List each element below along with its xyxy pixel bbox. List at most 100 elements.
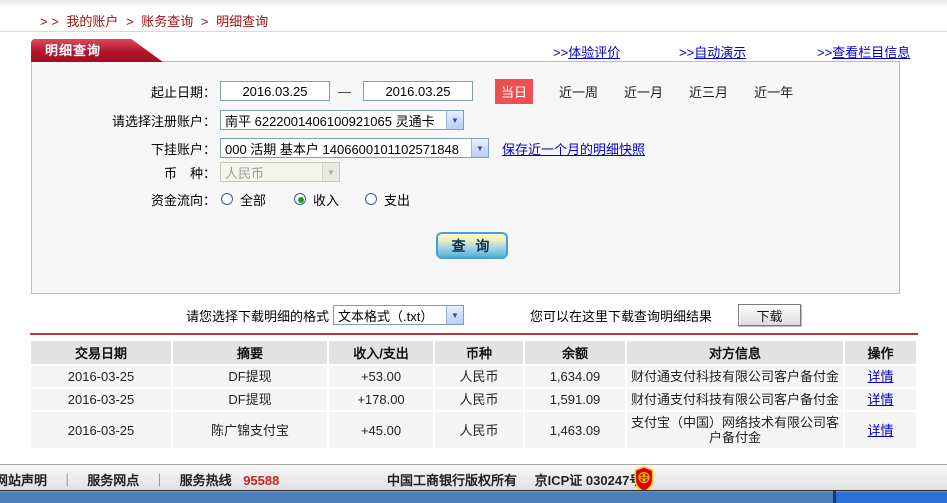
currency-select-disabled: 人民币 ▼	[220, 162, 340, 182]
header-counterparty: 对方信息	[627, 341, 843, 364]
cell-action: 详情	[845, 389, 916, 410]
cell-summary: DF提现	[173, 389, 327, 410]
detail-link[interactable]: 详情	[867, 369, 893, 384]
divider-line	[0, 31, 947, 32]
detail-link[interactable]: 详情	[867, 423, 893, 438]
chevron-down-icon: ▼	[322, 163, 339, 181]
cell-counterparty: 财付通支付科技有限公司客户备付金	[627, 366, 843, 387]
range-last-week-button[interactable]: 近一周	[559, 82, 598, 101]
link-experience-review[interactable]: >>体验评价	[553, 42, 620, 61]
header-summary: 摘要	[173, 341, 327, 364]
flow-options: 全部 收入 支出	[216, 190, 410, 209]
chevron-prefix: >>	[553, 45, 569, 60]
date-range-row: 起止日期： — 当日 近一周 近一月 近三月 近一年	[32, 78, 899, 104]
download-format-select[interactable]: 文本格式（.txt） ▼	[333, 305, 465, 325]
chevron-down-icon[interactable]: ▼	[446, 306, 464, 324]
query-form-panel: 起止日期： — 当日 近一周 近一月 近三月 近一年 请选择注册账户： 南平 6…	[31, 61, 900, 294]
flow-radio-1[interactable]: 收入	[294, 190, 339, 209]
footer-divider: ｜	[60, 473, 74, 488]
link-label: 查看栏目信息	[832, 45, 911, 60]
bottom-bar-right	[836, 491, 947, 503]
cell-currency: 人民币	[435, 366, 523, 387]
bottom-bar-left	[0, 491, 833, 503]
cell-currency: 人民币	[435, 389, 523, 410]
footer-link-service-outlets[interactable]: 服务网点	[87, 473, 139, 488]
today-button[interactable]: 当日	[495, 78, 534, 104]
radio-label: 收入	[313, 192, 340, 208]
registered-account-row: 请选择注册账户： 南平 6222001406100921065 灵通卡 ▼	[32, 109, 899, 131]
chevron-down-icon[interactable]: ▼	[446, 111, 463, 129]
detail-link[interactable]: 详情	[867, 392, 893, 407]
cell-balance: 1,634.09	[525, 366, 625, 387]
cell-summary: 陈广锦支付宝	[173, 412, 327, 448]
table-row: 2016-03-25 DF提现 +53.00 人民币 1,634.09 财付通支付科技有限…	[31, 366, 916, 387]
chevron-down-icon[interactable]: ▼	[471, 139, 488, 157]
header-currency: 币种	[435, 341, 523, 364]
flow-radio-2[interactable]: 支出	[365, 190, 410, 209]
cell-summary: DF提现	[173, 366, 327, 387]
sub-account-select[interactable]: 000 活期 基本户 1406600101102571848 ▼	[220, 138, 489, 158]
icbc-emblem-icon	[634, 466, 654, 492]
cell-amount: +178.00	[329, 389, 433, 410]
cell-counterparty: 财付通支付科技有限公司客户备付金	[627, 389, 843, 410]
footer-hotline-number: 95588	[243, 473, 280, 488]
currency-value: 人民币	[225, 165, 265, 181]
date-separator: —	[338, 83, 351, 99]
currency-label: 币 种：	[163, 165, 216, 181]
breadcrumb-item-detail-query[interactable]: 明细查询	[216, 14, 268, 29]
tab-detail-query[interactable]: 明细查询	[31, 39, 163, 62]
breadcrumb-separator: >	[126, 14, 134, 29]
footer: 网站声明 ｜ 服务网点 ｜ 服务热线 95588 中国工商银行版权所有 京ICP…	[0, 464, 947, 492]
download-result-label: 您可以在这里下载查询明细结果	[530, 308, 713, 324]
link-label: 自动演示	[694, 45, 747, 60]
download-format-value: 文本格式（.txt）	[338, 308, 434, 324]
top-fade	[0, 0, 947, 7]
cell-currency: 人民币	[435, 412, 523, 448]
download-row: 请您选择下载明细的格式 文本格式（.txt） ▼ 您可以在这里下载查询明细结果 …	[31, 304, 916, 326]
cell-date: 2016-03-25	[31, 389, 171, 410]
fund-flow-row: 资金流向： 全部 收入 支出	[32, 188, 899, 210]
registered-account-label: 请选择注册账户：	[111, 113, 216, 129]
download-button[interactable]: 下载	[738, 304, 802, 326]
date-from-input[interactable]	[220, 81, 330, 101]
flow-radio-0[interactable]: 全部	[221, 190, 266, 209]
date-range-label: 起止日期：	[150, 84, 216, 100]
header-action: 操作	[845, 341, 916, 364]
date-to-input[interactable]	[363, 81, 473, 101]
footer-link-site-statement[interactable]: 网站声明	[0, 473, 47, 488]
header-amount: 收入/支出	[329, 341, 433, 364]
range-last-month-button[interactable]: 近一月	[624, 82, 663, 101]
breadcrumb-item-account-query[interactable]: 账务查询	[141, 14, 193, 29]
transaction-table: 交易日期 摘要 收入/支出 币种 余额 对方信息 操作 2016-03-25 DF…	[29, 339, 918, 450]
save-monthly-snapshot-link[interactable]: 保存近一个月的明细快照	[502, 139, 645, 158]
link-label: 体验评价	[568, 45, 621, 60]
chevron-prefix: >>	[817, 45, 833, 60]
cell-balance: 1,463.09	[525, 412, 625, 448]
cell-balance: 1,591.09	[525, 389, 625, 410]
link-view-column-info[interactable]: >>查看栏目信息	[817, 42, 910, 61]
footer-divider: ｜	[152, 473, 166, 488]
header-balance: 余额	[525, 341, 625, 364]
range-last-year-button[interactable]: 近一年	[754, 82, 793, 101]
section-divider	[30, 333, 918, 335]
download-format-label: 请您选择下载明细的格式	[186, 308, 330, 324]
breadcrumb-prefix: > >	[40, 14, 59, 29]
cell-action: 详情	[845, 366, 916, 387]
radio-circle-icon[interactable]	[294, 193, 307, 205]
radio-circle-icon[interactable]	[365, 193, 378, 205]
table-row: 2016-03-25 陈广锦支付宝 +45.00 人民币 1,463.09 支付宝（中国）…	[31, 412, 916, 448]
query-button[interactable]: 查 询	[436, 232, 508, 259]
footer-left-links: 网站声明 ｜ 服务网点 ｜ 服务热线 95588	[0, 470, 279, 489]
footer-copyright: 中国工商银行版权所有 京ICP证 030247号	[387, 470, 642, 489]
sub-account-row: 下挂账户： 000 活期 基本户 1406600101102571848 ▼ 保…	[32, 137, 899, 159]
footer-hotline-label: 服务热线	[179, 473, 232, 488]
registered-account-select[interactable]: 南平 6222001406100921065 灵通卡 ▼	[220, 110, 464, 130]
bottom-bar	[0, 491, 947, 503]
link-auto-demo[interactable]: >>自动演示	[679, 42, 746, 61]
currency-row: 币 种： 人民币 ▼	[32, 161, 899, 183]
cell-amount: +45.00	[329, 412, 433, 448]
breadcrumb-item-my-account[interactable]: 我的账户	[66, 14, 118, 29]
range-last-3-months-button[interactable]: 近三月	[689, 82, 728, 101]
registered-account-value: 南平 6222001406100921065 灵通卡	[225, 113, 435, 129]
radio-circle-icon[interactable]	[221, 193, 233, 205]
